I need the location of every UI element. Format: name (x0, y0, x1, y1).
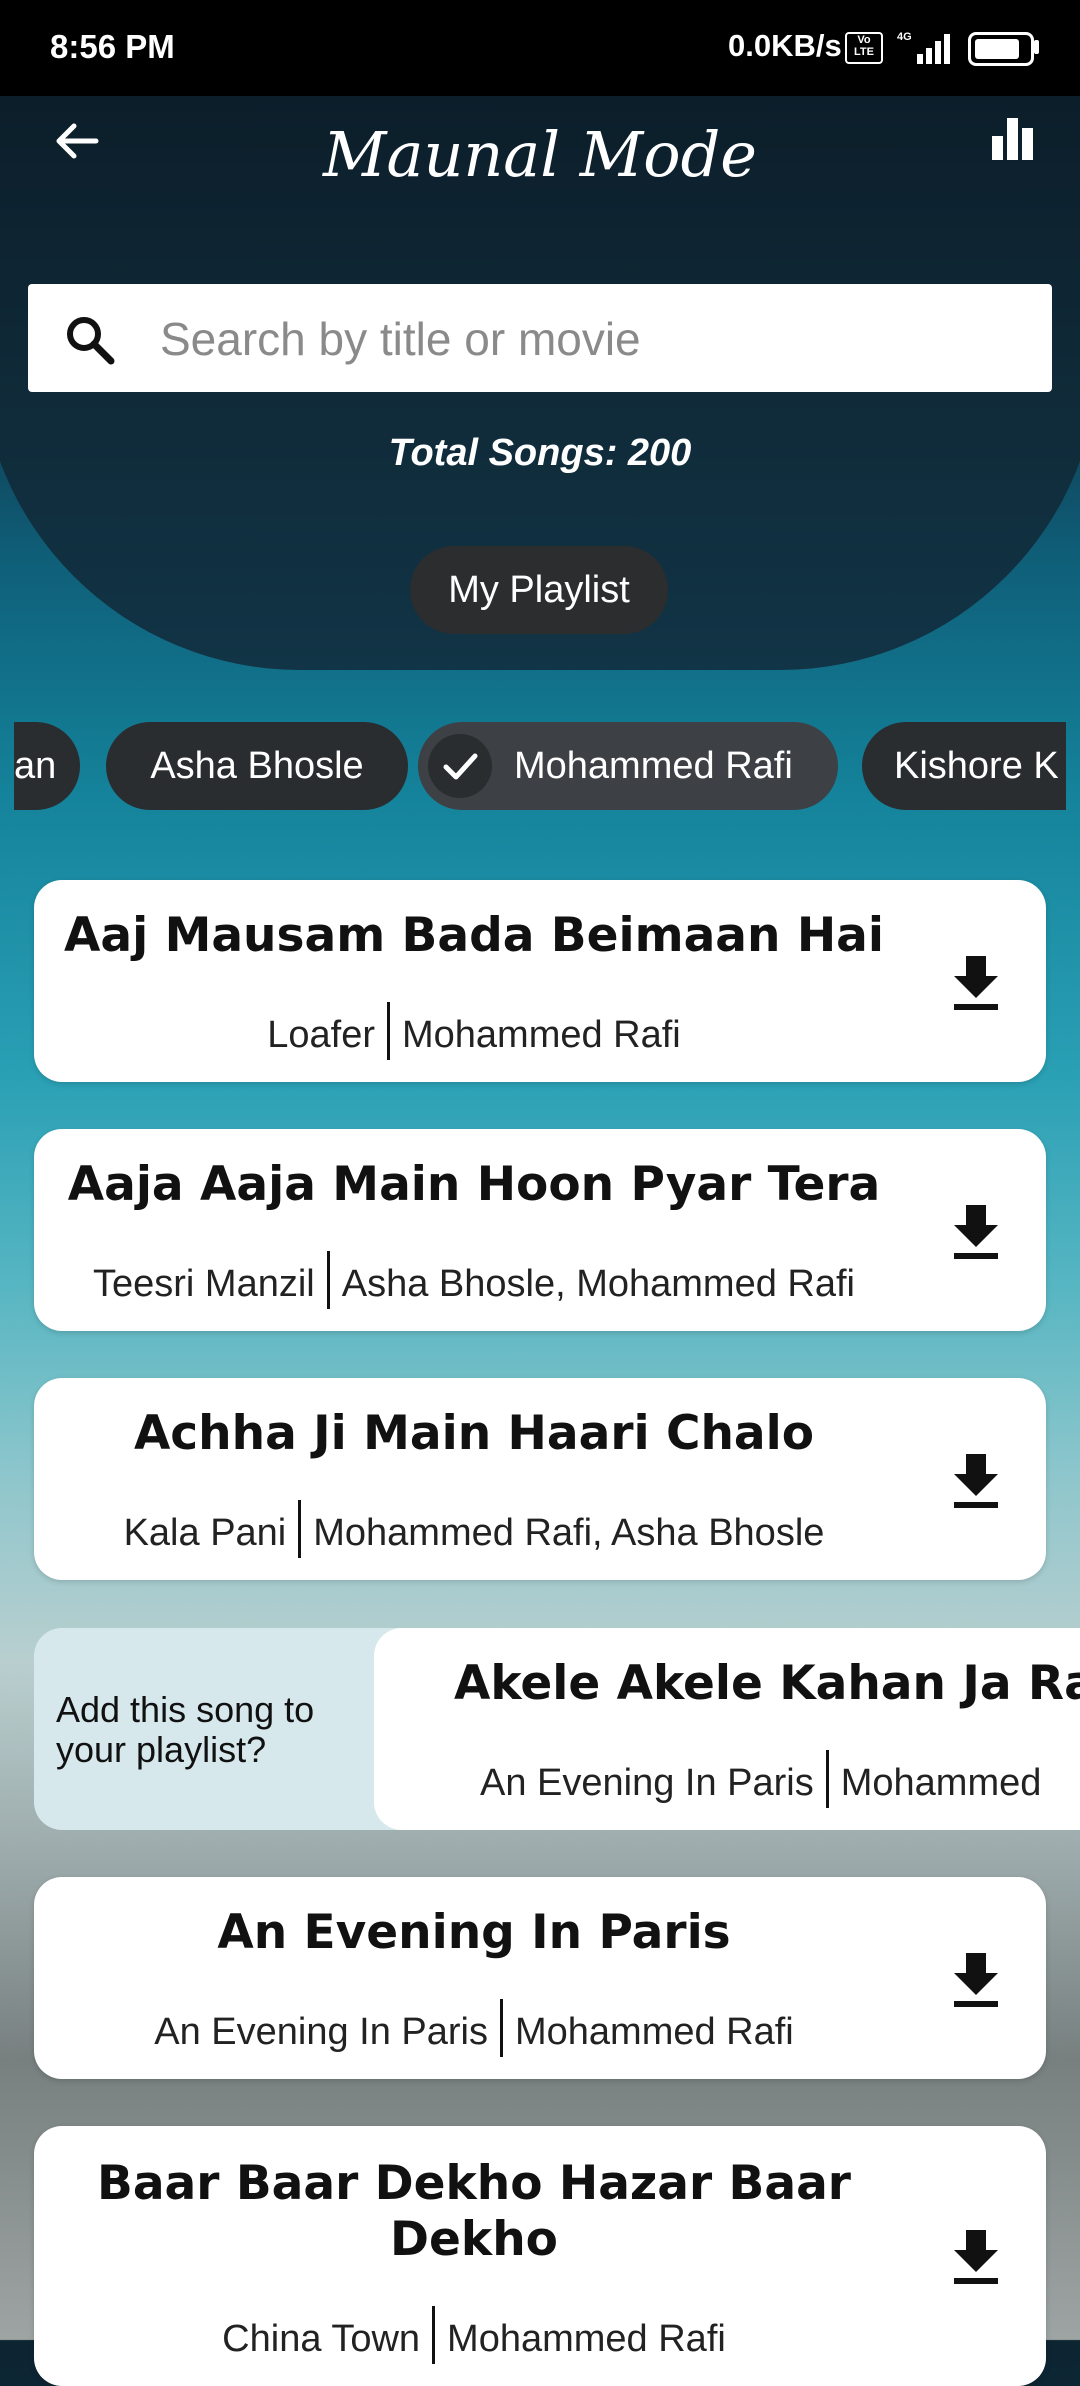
song-title: An Evening In Paris (217, 1905, 731, 1960)
song-title: Akele Akele Kahan Ja Rah (454, 1656, 1080, 1711)
download-icon[interactable] (954, 2230, 998, 2284)
song-meta: An Evening In Paris Mohammed Rafi (34, 1999, 914, 2063)
artist-chip[interactable]: Asha Bhosle (106, 722, 408, 810)
page-title: Maunal Mode (323, 118, 757, 191)
song-meta: China Town Mohammed Rafi (34, 2306, 914, 2370)
artist-chip-label: an (14, 745, 57, 787)
song-artists: Mohammed Rafi, Asha Bhosle (313, 1512, 825, 1555)
song-movie: An Evening In Paris (480, 1762, 814, 1805)
song-title: Aaja Aaja Main Hoon Pyar Tera (67, 1157, 881, 1212)
song-card[interactable]: Achha Ji Main Haari Chalo Kala Pani Moham… (34, 1378, 1046, 1580)
artist-chip-selected[interactable]: Mohammed Rafi (418, 722, 838, 810)
network-type-label: 4G (897, 31, 912, 43)
artist-filter-chips: an Asha Bhosle Mohammed Rafi Kishore K (14, 722, 1066, 810)
search-input[interactable] (158, 302, 1022, 376)
song-artists: Mohammed Rafi (447, 2318, 726, 2361)
my-playlist-button[interactable]: My Playlist (410, 546, 668, 634)
song-artists: Mohammed Rafi (401, 1014, 681, 1057)
search-icon (67, 317, 115, 365)
divider (298, 1500, 302, 1558)
artist-chip[interactable]: Kishore K (862, 722, 1066, 810)
divider (326, 1251, 330, 1309)
song-title: Achha Ji Main Haari Chalo (133, 1406, 815, 1461)
song-movie: Teesri Manzil (93, 1263, 315, 1306)
song-card[interactable]: An Evening In Paris An Evening In Paris M… (34, 1877, 1046, 2079)
artist-chip[interactable]: an (14, 722, 80, 810)
song-card[interactable]: Baar Baar Dekho Hazar Baar Dekho China T… (34, 2126, 1046, 2386)
download-icon[interactable] (954, 1953, 998, 2007)
battery-icon (968, 32, 1034, 66)
bar-chart-icon[interactable] (990, 116, 1036, 162)
download-icon[interactable] (954, 956, 998, 1010)
divider (499, 1999, 503, 2057)
network-speed: 0.0KB/s (728, 28, 842, 63)
song-meta: An Evening In Paris Mohammed (480, 1750, 1042, 1814)
search-bar[interactable] (28, 284, 1052, 392)
song-meta: Loafer Mohammed Rafi (34, 1002, 914, 1066)
song-title: Aaj Mausam Bada Beimaan Hai (64, 908, 884, 963)
artist-chip-label: Mohammed Rafi (514, 745, 793, 787)
song-movie: Kala Pani (123, 1512, 287, 1555)
song-title: Baar Baar Dekho Hazar Baar Dekho (97, 2156, 851, 2267)
total-songs: Total Songs: 200 (388, 432, 692, 474)
divider (432, 2306, 436, 2364)
song-movie: China Town (222, 2318, 421, 2361)
add-to-playlist-prompt: Add this song to your playlist? (56, 1689, 315, 1770)
signal-icon: 4G (897, 31, 950, 64)
divider (825, 1750, 829, 1808)
status-bar: 8:56 PM 0.0KB/s Vo LTE 4G (0, 0, 1080, 96)
volte-icon: Vo LTE (845, 32, 883, 64)
swiped-song-item[interactable]: Add this song to your playlist? Akele Ak… (34, 1628, 1080, 1830)
song-artists: Mohammed Rafi (514, 2011, 794, 2054)
song-meta: Teesri Manzil Asha Bhosle, Mohammed Rafi (34, 1251, 914, 1315)
song-card[interactable]: Aaj Mausam Bada Beimaan Hai Loafer Mohamm… (34, 880, 1046, 1082)
artist-chip-label: Kishore K (894, 745, 1059, 787)
download-icon[interactable] (954, 1454, 998, 1508)
status-time: 8:56 PM (50, 28, 175, 65)
divider (386, 1002, 390, 1060)
song-movie: An Evening In Paris (154, 2011, 488, 2054)
song-movie: Loafer (267, 1014, 375, 1057)
song-meta: Kala Pani Mohammed Rafi, Asha Bhosle (34, 1500, 914, 1564)
song-artists: Asha Bhosle, Mohammed Rafi (341, 1263, 855, 1306)
song-card[interactable]: Aaja Aaja Main Hoon Pyar Tera Teesri Man… (34, 1129, 1046, 1331)
artist-chip-label: Asha Bhosle (150, 745, 364, 787)
check-icon (428, 734, 492, 798)
song-card[interactable]: Akele Akele Kahan Ja Rah An Evening In P… (374, 1628, 1080, 1830)
download-icon[interactable] (954, 1205, 998, 1259)
song-artists: Mohammed (840, 1762, 1042, 1805)
battery-tip (1034, 40, 1039, 54)
